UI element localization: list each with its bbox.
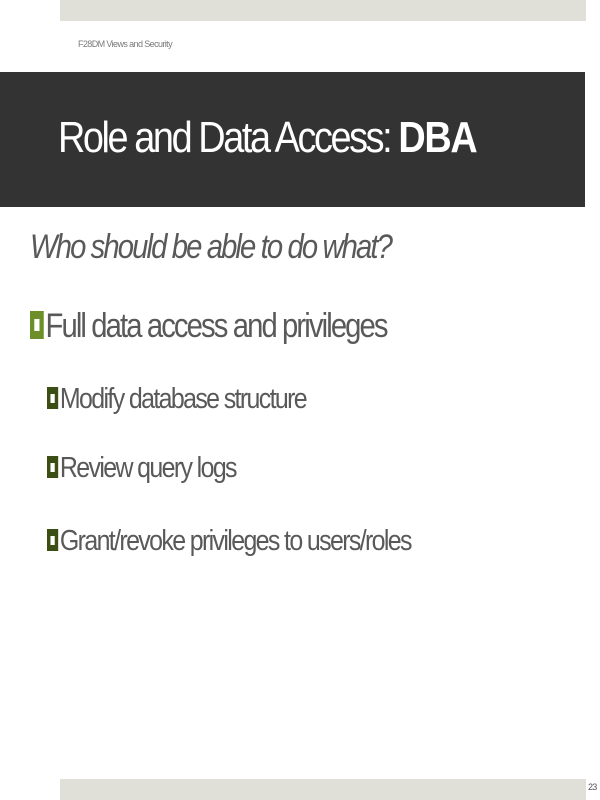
square-bullet-icon: [30, 311, 44, 340]
bullet-text: Grant/revoke privileges to users/roles: [59, 525, 413, 557]
bullet-text: Full data access and privileges: [45, 307, 388, 345]
bottom-decorative-band: [60, 779, 586, 800]
square-bullet-icon: [47, 387, 59, 410]
slide-title-main: Role and Data Access:: [58, 113, 399, 162]
bullet-item-level2: Grant/revoke privileges to users/roles: [47, 525, 413, 558]
page-number: 23: [588, 782, 597, 792]
bullet-text: Review query logs: [59, 452, 238, 484]
bullet-item-level1: Full data access and privileges: [30, 307, 389, 346]
top-decorative-band: [60, 0, 586, 21]
slide-header-label: F28DM Views and Security: [78, 39, 173, 49]
square-bullet-icon: [47, 529, 59, 552]
square-bullet-icon: [47, 456, 59, 479]
bullet-item-level2: Modify database structure: [47, 383, 308, 416]
slide-question: Who should be able to do what?: [30, 228, 393, 266]
bullet-item-level2: Review query logs: [47, 452, 238, 485]
slide-title: Role and Data Access: DBA: [58, 113, 478, 163]
slide-title-emphasis: DBA: [398, 113, 477, 162]
bullet-text: Modify database structure: [59, 383, 308, 415]
